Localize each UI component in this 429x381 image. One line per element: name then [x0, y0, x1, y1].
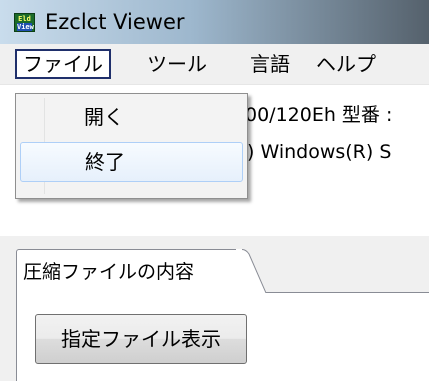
menu-language[interactable]: 言語 [250, 49, 290, 79]
menu-bar: ファイル ツール 言語 ヘルプ [0, 44, 429, 85]
tab-archive-contents[interactable]: 圧縮ファイルの内容 [16, 249, 244, 293]
menu-help[interactable]: ヘルプ [316, 49, 376, 79]
info-line-model: 00/120Eh 型番 : [245, 104, 393, 126]
file-menu-dropdown: 開く 終了 [15, 93, 248, 199]
menu-item-open[interactable]: 開く [20, 98, 243, 138]
application-window: Eld View Ezclct Viewer ファイル ツール 言語 ヘルプ 00… [0, 0, 429, 381]
menu-tools[interactable]: ツール [147, 49, 207, 79]
app-icon[interactable]: Eld View [14, 13, 35, 32]
window-title: Ezclct Viewer [45, 10, 185, 34]
tab-edge [236, 249, 266, 293]
title-bar[interactable]: Eld View Ezclct Viewer [0, 0, 429, 44]
menu-file[interactable]: ファイル [15, 49, 111, 79]
show-specified-file-button[interactable]: 指定ファイル表示 [35, 314, 247, 364]
menu-item-exit[interactable]: 終了 [20, 142, 243, 182]
info-line-os: ) Windows(R) S [247, 141, 392, 163]
